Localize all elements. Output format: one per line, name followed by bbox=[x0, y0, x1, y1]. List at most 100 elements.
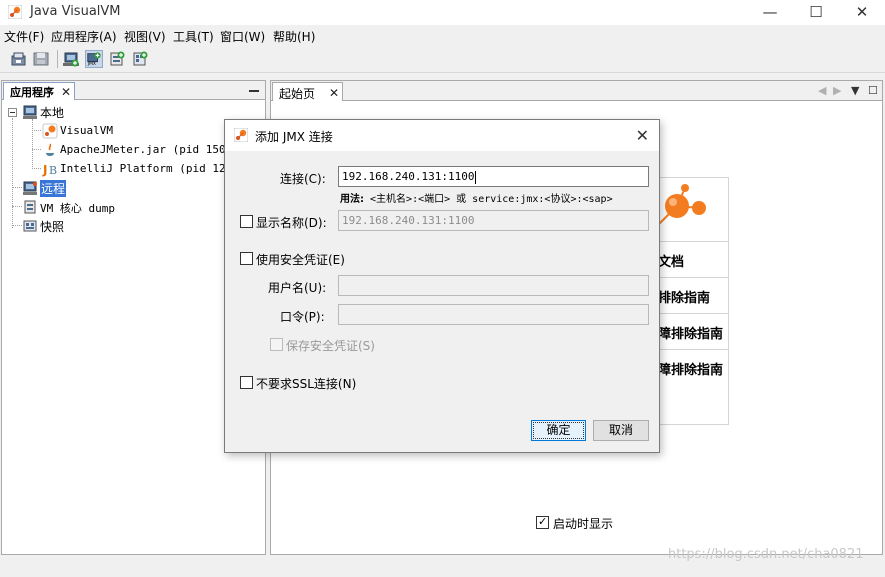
menu-window[interactable]: 窗口(W) bbox=[220, 28, 265, 45]
svg-text:JMX: JMX bbox=[87, 61, 96, 67]
add-jmx-connection-dialog: 添加 JMX 连接 ✕ 连接(C): 192.168.240.131:1100 … bbox=[224, 119, 660, 453]
use-credentials-label: 使用安全凭证(E) bbox=[256, 253, 345, 267]
no-ssl-label: 不要求SSL连接(N) bbox=[256, 377, 357, 391]
dialog-title: 添加 JMX 连接 bbox=[255, 130, 333, 144]
tree-line bbox=[32, 119, 33, 169]
menu-help[interactable]: 帮助(H) bbox=[273, 28, 315, 45]
display-name-label: 显示名称(D): bbox=[256, 216, 327, 230]
save-credentials-label: 保存安全凭证(S) bbox=[286, 339, 375, 353]
save-icon[interactable] bbox=[32, 50, 50, 68]
username-input[interactable] bbox=[338, 275, 649, 296]
password-label: 口令(P): bbox=[280, 310, 325, 324]
toolbar-separator bbox=[57, 50, 58, 68]
window-titlebar: Java VisualVM — ☐ ✕ bbox=[0, 0, 885, 25]
start-link-documentation-label: 文档 bbox=[658, 255, 685, 270]
start-link-troubleshooting[interactable]: 排除指南 bbox=[655, 277, 728, 313]
tab-start-page[interactable]: 起始页 ✕ bbox=[272, 82, 343, 101]
menu-applications[interactable]: 应用程序(A) bbox=[51, 28, 117, 45]
tab-list-dropdown-icon[interactable]: ▼ bbox=[851, 84, 859, 97]
start-link-troubleshooting-label: 排除指南 bbox=[658, 291, 711, 306]
tree-node-coredump-label: VM 核心 dump bbox=[40, 202, 115, 215]
start-link-troubleshooting-3[interactable]: 障排除指南 bbox=[655, 349, 728, 385]
visualvm-logo-icon bbox=[234, 128, 248, 142]
add-vm-coredump-icon[interactable] bbox=[108, 50, 126, 68]
load-snapshot-icon[interactable] bbox=[10, 50, 28, 68]
start-link-troubleshooting-2-label: 障排除指南 bbox=[658, 327, 724, 342]
use-credentials-checkbox[interactable] bbox=[240, 252, 253, 265]
tree-line bbox=[32, 168, 41, 169]
show-on-startup-checkbox[interactable] bbox=[536, 515, 549, 529]
tree-collapse-toggle[interactable] bbox=[8, 108, 17, 117]
intellij-app-icon: J B bbox=[42, 163, 57, 177]
tree-node-visualvm-label: VisualVM bbox=[60, 124, 113, 137]
maximize-button[interactable]: ☐ bbox=[793, 0, 839, 25]
menu-bar: 文件(F) 应用程序(A) 视图(V) 工具(T) 窗口(W) 帮助(H) bbox=[0, 26, 885, 46]
toolbar: JMX bbox=[0, 47, 885, 73]
connection-input[interactable]: 192.168.240.131:1100 bbox=[338, 166, 649, 187]
svg-text:J: J bbox=[42, 163, 47, 177]
panel-minimize-icon[interactable] bbox=[249, 90, 259, 92]
username-label: 用户名(U): bbox=[268, 281, 327, 295]
usage-prefix: 用法: bbox=[340, 194, 364, 205]
tree-line bbox=[12, 187, 22, 188]
save-credentials-checkbox[interactable] bbox=[270, 338, 283, 351]
password-input[interactable] bbox=[338, 304, 649, 325]
window-title: Java VisualVM bbox=[30, 4, 121, 19]
visualvm-logo-icon bbox=[8, 5, 22, 19]
close-button[interactable]: ✕ bbox=[839, 0, 885, 25]
display-name-checkbox[interactable] bbox=[240, 215, 253, 228]
ok-button-label: 确定 bbox=[546, 423, 571, 437]
menu-view[interactable]: 视图(V) bbox=[124, 28, 166, 45]
cancel-button[interactable]: 取消 bbox=[593, 420, 649, 441]
start-link-documentation[interactable]: 文档 bbox=[655, 241, 728, 277]
ok-button[interactable]: 确定 bbox=[531, 420, 586, 441]
coredump-icon bbox=[24, 200, 36, 214]
menu-file[interactable]: 文件(F) bbox=[4, 28, 44, 45]
tab-applications[interactable]: 应用程序 ✕ bbox=[3, 82, 75, 100]
add-jvmstat-icon[interactable] bbox=[62, 50, 80, 68]
start-link-troubleshooting-3-label: 障排除指南 bbox=[658, 363, 724, 378]
connection-usage-hint: 用法: <主机名>:<端口> 或 service:jmx:<协议>:<sap> bbox=[340, 190, 613, 205]
minimize-button[interactable]: — bbox=[747, 0, 793, 25]
tree-line bbox=[32, 149, 41, 150]
connection-label: 连接(C): bbox=[280, 172, 326, 186]
add-jmx-icon[interactable]: JMX bbox=[85, 50, 103, 68]
start-page-tabbar: 起始页 ✕ ◀ ▶ ▼ ☐ bbox=[271, 81, 882, 101]
tab-start-page-close-icon[interactable]: ✕ bbox=[329, 87, 339, 99]
watermark: https://blog.csdn.net/cha0821 bbox=[668, 547, 864, 562]
tree-node-jmeter-label: ApacheJMeter.jar (pid 15076 bbox=[60, 143, 239, 156]
start-link-troubleshooting-2[interactable]: 障排除指南 bbox=[655, 313, 728, 349]
dialog-close-button[interactable]: ✕ bbox=[636, 126, 649, 145]
tree-node-snapshots-label: 快照 bbox=[40, 220, 65, 234]
tree-node-remote-label: 远程 bbox=[40, 180, 67, 197]
tab-applications-label: 应用程序 bbox=[10, 86, 54, 99]
connection-input-value: 192.168.240.131:1100 bbox=[342, 170, 475, 183]
tab-applications-close-icon[interactable]: ✕ bbox=[61, 86, 71, 98]
cancel-button-label: 取消 bbox=[608, 423, 633, 437]
tab-scroll-left-icon[interactable]: ◀ bbox=[818, 84, 826, 97]
local-host-icon bbox=[23, 105, 37, 119]
tree-node-local-label: 本地 bbox=[40, 106, 65, 120]
no-ssl-checkbox[interactable] bbox=[240, 376, 253, 389]
visualvm-start-logo-icon bbox=[655, 184, 706, 229]
tree-line bbox=[32, 130, 41, 131]
tree-node-intellij-label: IntelliJ Platform (pid 12388 bbox=[60, 162, 246, 175]
add-remote-host-icon[interactable] bbox=[131, 50, 149, 68]
applications-tabbar: 应用程序 ✕ bbox=[2, 81, 265, 100]
tab-scroll-right-icon[interactable]: ▶ bbox=[833, 84, 841, 97]
snapshots-icon bbox=[23, 220, 37, 232]
panel-maximize-icon[interactable]: ☐ bbox=[868, 84, 878, 97]
svg-text:B: B bbox=[49, 164, 57, 177]
tree-line bbox=[12, 206, 22, 207]
tab-start-page-label: 起始页 bbox=[279, 87, 316, 101]
usage-text: <主机名>:<端口> 或 service:jmx:<协议>:<sap> bbox=[370, 194, 613, 205]
display-name-input[interactable]: 192.168.240.131:1100 bbox=[338, 210, 649, 231]
show-on-startup-label: 启动时显示 bbox=[553, 517, 614, 531]
java-app-icon bbox=[46, 143, 54, 156]
tree-line bbox=[12, 118, 13, 228]
visualvm-app-icon bbox=[42, 123, 58, 139]
menu-tools[interactable]: 工具(T) bbox=[173, 28, 214, 45]
text-caret bbox=[475, 170, 477, 184]
tree-line bbox=[12, 225, 22, 226]
dialog-titlebar: 添加 JMX 连接 ✕ bbox=[225, 120, 659, 151]
